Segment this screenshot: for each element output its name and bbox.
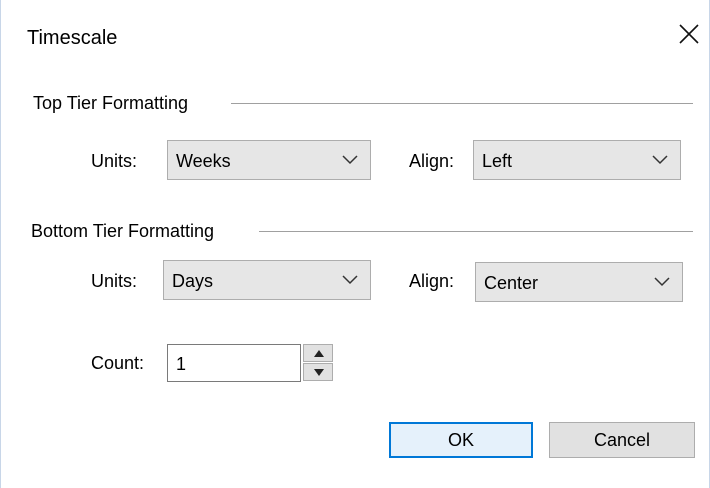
count-label: Count:: [91, 353, 145, 373]
spin-up-button[interactable]: [303, 344, 333, 362]
count-field[interactable]: [167, 344, 301, 382]
top-tier-align-select[interactable]: Left: [473, 140, 681, 180]
top-tier-units-label: Units:: [91, 151, 138, 171]
caret-up-icon: [314, 350, 324, 357]
chevron-down-icon: [652, 155, 668, 165]
dialog-title: Timescale: [27, 27, 118, 49]
bottom-tier-units-label: Units:: [91, 271, 138, 291]
top-tier-divider: [231, 103, 693, 104]
chevron-down-icon: [654, 277, 670, 287]
bottom-tier-align-value: Center: [484, 273, 539, 293]
title-bar: Timescale: [1, 0, 709, 68]
bottom-tier-align-label: Align:: [409, 271, 455, 291]
bottom-tier-divider: [259, 231, 693, 232]
bottom-tier-units-value: Days: [172, 271, 214, 291]
count-spinner[interactable]: [303, 344, 333, 382]
spin-down-button[interactable]: [303, 363, 333, 381]
caret-down-icon: [314, 369, 324, 376]
top-tier-align-label: Align:: [409, 151, 455, 171]
chevron-down-icon: [342, 155, 358, 165]
chevron-down-icon: [342, 275, 358, 285]
top-tier-units-value: Weeks: [176, 151, 231, 171]
top-tier-header: Top Tier Formatting: [33, 93, 189, 113]
close-button[interactable]: [677, 22, 701, 46]
ok-button[interactable]: OK: [389, 422, 533, 458]
count-input[interactable]: [176, 353, 286, 375]
cancel-button[interactable]: Cancel: [549, 422, 695, 458]
bottom-tier-align-select[interactable]: Center: [475, 262, 683, 302]
bottom-tier-units-select[interactable]: Days: [163, 260, 371, 300]
timescale-dialog: Timescale Top Tier Formatting Units: Wee…: [0, 0, 710, 488]
top-tier-align-value: Left: [482, 151, 513, 171]
top-tier-units-select[interactable]: Weeks: [167, 140, 371, 180]
close-icon: [679, 24, 699, 44]
bottom-tier-header: Bottom Tier Formatting: [31, 221, 215, 241]
